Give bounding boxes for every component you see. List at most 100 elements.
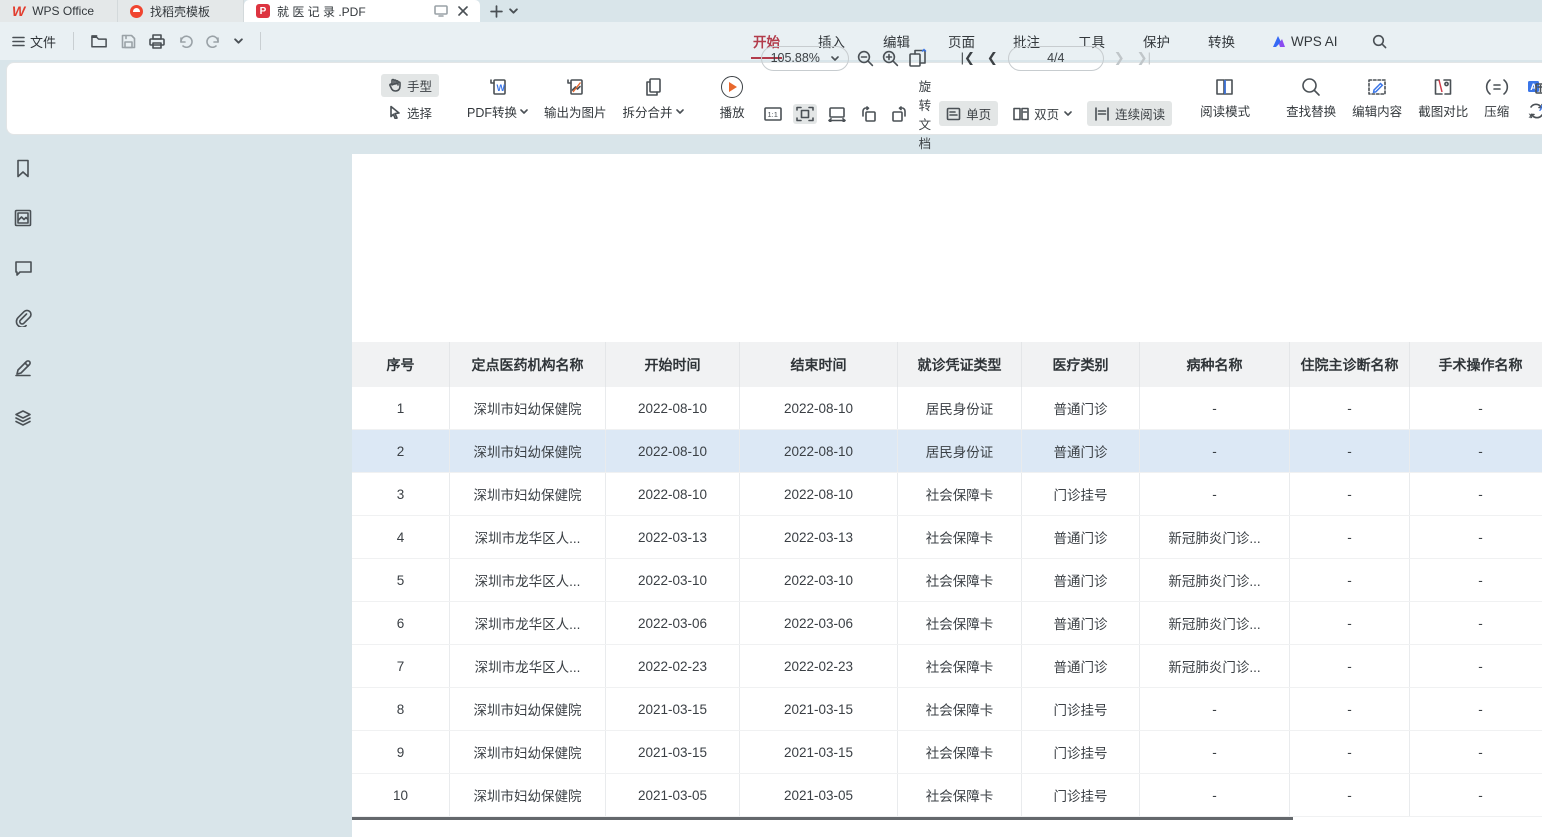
table-cell: 门诊挂号 [1022, 774, 1140, 816]
signature-panel-button[interactable] [11, 356, 35, 380]
zoom-out-icon[interactable] [857, 50, 874, 67]
attachment-panel-button[interactable] [11, 306, 35, 330]
quick-access-chevron-icon[interactable] [234, 38, 243, 44]
table-cell: 2022-03-10 [740, 559, 898, 601]
comment-panel-button[interactable] [11, 256, 35, 280]
split-merge-button[interactable]: 拆分合并 [615, 75, 692, 122]
table-cell: 深圳市龙华区人... [450, 559, 606, 601]
monitor-icon[interactable] [434, 5, 448, 17]
tab-wps-office[interactable]: W WPS Office [0, 0, 118, 22]
chevron-down-icon [831, 56, 839, 61]
new-tab-icon[interactable] [490, 5, 503, 18]
last-page-button[interactable]: ❯| [1135, 50, 1153, 66]
continuous-read-button[interactable]: 连续阅读 [1087, 101, 1172, 126]
export-image-button[interactable]: 输出为图片 [536, 75, 615, 122]
table-cell: 2022-08-10 [740, 387, 898, 429]
full-translate-button[interactable]: A 全文翻译 [1527, 77, 1542, 96]
table-cell: - [1410, 645, 1542, 687]
double-page-label: 双页 [1034, 104, 1059, 123]
table-cell: 深圳市妇幼保健院 [450, 688, 606, 730]
wps-ai-label: WPS AI [1291, 34, 1338, 49]
rotate-left-button[interactable] [857, 104, 880, 124]
continuous-read-label: 连续阅读 [1115, 104, 1165, 123]
double-page-button[interactable]: 双页 [1006, 101, 1079, 126]
table-cell: - [1290, 602, 1410, 644]
actual-size-button[interactable]: 1:1 [761, 104, 785, 124]
table-cell: - [1290, 430, 1410, 472]
pdf-convert-button[interactable]: W PDF转换 [459, 75, 536, 122]
save-icon[interactable] [121, 34, 136, 49]
table-header-cell: 结束时间 [740, 342, 898, 387]
table-header-row: 序号定点医药机构名称开始时间结束时间就诊凭证类型医疗类别病种名称住院主诊断名称手… [352, 342, 1542, 387]
table-cell: 2022-03-13 [740, 516, 898, 558]
table-cell: 深圳市龙华区人... [450, 516, 606, 558]
prev-page-button[interactable]: ❮ [985, 50, 1000, 66]
table-row: 6深圳市龙华区人...2022-03-062022-03-06社会保障卡普通门诊… [352, 602, 1542, 645]
zoom-level-select[interactable]: 105.88% [761, 46, 849, 71]
rotate-right-button[interactable] [888, 104, 911, 124]
screenshot-compare-button[interactable]: 截图对比 [1410, 76, 1476, 121]
edit-content-button[interactable]: 编辑内容 [1344, 76, 1410, 121]
table-cell: 2022-08-10 [606, 430, 740, 472]
edit-content-label: 编辑内容 [1352, 101, 1402, 120]
rotate-doc-label[interactable]: 旋转文档 [919, 76, 932, 152]
export-image-icon [564, 76, 586, 98]
table-cell: 普通门诊 [1022, 645, 1140, 687]
hand-tool-button[interactable]: 手型 [381, 74, 439, 97]
table-cell: - [1290, 387, 1410, 429]
read-mode-button[interactable]: 阅读模式 [1192, 76, 1258, 121]
redo-icon[interactable] [206, 35, 221, 48]
comment-icon [14, 260, 33, 277]
single-page-button[interactable]: 单页 [939, 101, 998, 126]
pdf-page[interactable]: 序号定点医药机构名称开始时间结束时间就诊凭证类型医疗类别病种名称住院主诊断名称手… [352, 154, 1542, 837]
table-row: 9深圳市妇幼保健院2021-03-152021-03-15社会保障卡门诊挂号--… [352, 731, 1542, 774]
table-cell: - [1410, 387, 1542, 429]
undo-icon[interactable] [178, 35, 193, 48]
table-cell: 社会保障卡 [898, 473, 1022, 515]
menu-item-convert[interactable]: 转换 [1206, 27, 1237, 55]
tab-document-pdf[interactable]: P 就 医 记 录 .PDF [244, 0, 480, 22]
open-folder-icon[interactable] [91, 34, 108, 49]
table-cell: - [1290, 473, 1410, 515]
table-cell: - [1140, 387, 1290, 429]
table-cell: - [1140, 688, 1290, 730]
table-cell: 2022-03-10 [606, 559, 740, 601]
menu-search-icon[interactable] [1372, 34, 1387, 49]
select-tool-button[interactable]: 选择 [381, 101, 439, 124]
layers-panel-button[interactable] [11, 406, 35, 430]
pdf-logo-icon: P [256, 4, 270, 18]
wps-logo-icon: W [12, 4, 25, 18]
screenshot-compare-icon [1432, 77, 1454, 97]
zoom-in-icon[interactable] [882, 50, 899, 67]
compress-button[interactable]: 压缩 [1476, 76, 1517, 121]
read-mode-label: 阅读模式 [1200, 101, 1250, 120]
fit-page-button[interactable] [793, 104, 817, 124]
svg-text:1:1: 1:1 [767, 110, 777, 119]
bookmark-panel-button[interactable] [11, 156, 35, 180]
file-menu-button[interactable]: 文件 [12, 32, 56, 51]
menu-item-wps-ai[interactable]: WPS AI [1271, 34, 1338, 49]
page-indicator-box[interactable]: 4/4 [1008, 46, 1104, 71]
table-cell: 2021-03-05 [606, 774, 740, 816]
next-page-button[interactable]: ❯ [1112, 50, 1127, 66]
rotate-left-icon [860, 106, 877, 122]
table-bottom-rule [352, 817, 1293, 820]
table-cell: 3 [352, 473, 450, 515]
rotate-pages-icon[interactable] [907, 48, 929, 68]
one-to-one-icon: 1:1 [764, 106, 782, 122]
play-button[interactable]: 播放 [712, 75, 753, 122]
close-tab-icon[interactable] [458, 6, 468, 16]
table-row: 4深圳市龙华区人...2022-03-132022-03-13社会保障卡普通门诊… [352, 516, 1542, 559]
tab-docer-templates[interactable]: 找稻壳模板 [118, 0, 244, 22]
word-translate-button[interactable]: xA 划词翻译 [1527, 102, 1542, 121]
first-page-button[interactable]: |❮ [959, 50, 977, 66]
print-icon[interactable] [149, 34, 165, 49]
find-replace-button[interactable]: 查找替换 [1278, 76, 1344, 121]
table-cell: 普通门诊 [1022, 559, 1140, 601]
tab-list-chevron-icon[interactable] [509, 8, 518, 14]
thumbnail-panel-button[interactable] [11, 206, 35, 230]
table-cell: 1 [352, 387, 450, 429]
hamburger-icon [12, 36, 25, 47]
fit-width-button[interactable] [825, 104, 849, 124]
table-cell: 新冠肺炎门诊... [1140, 645, 1290, 687]
